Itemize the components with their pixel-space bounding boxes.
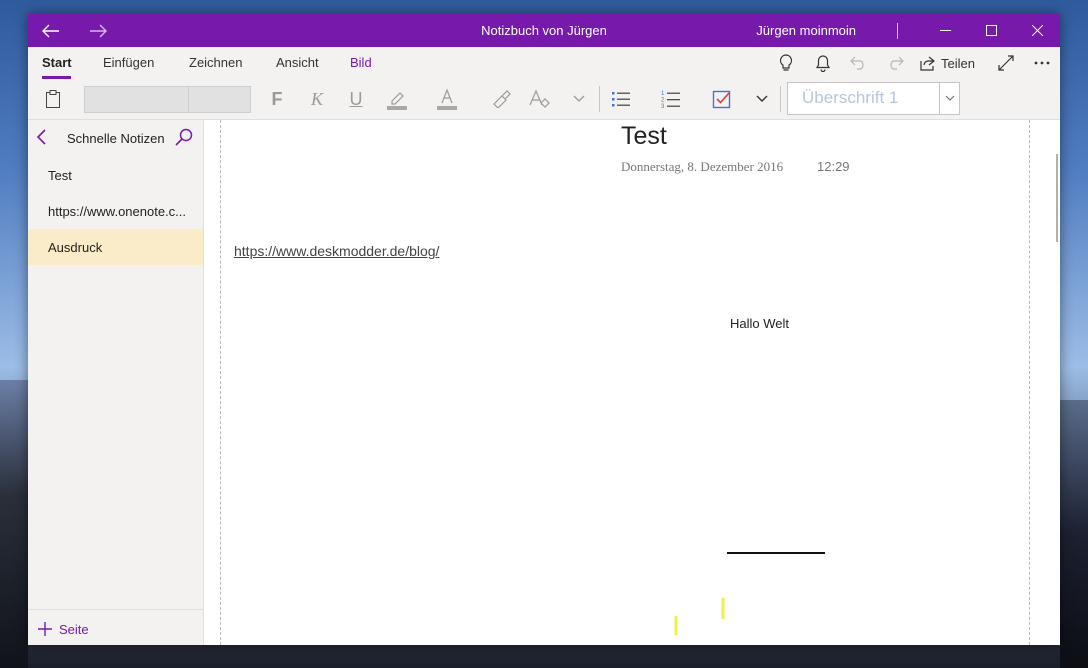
toolbar-divider (780, 86, 781, 112)
note-canvas[interactable]: Test Donnerstag, 8. Dezember 2016 12:29 … (204, 120, 1060, 645)
style-dropdown-arrow[interactable] (939, 83, 959, 114)
page-list-item[interactable]: Test (28, 157, 203, 193)
desktop-background-left (0, 380, 28, 668)
window-title: Notizbuch von Jürgen (481, 23, 607, 38)
tab-einfuegen[interactable]: Einfügen (103, 55, 154, 70)
sidebar-back-button[interactable] (36, 129, 52, 147)
back-icon (42, 24, 59, 37)
add-page-button[interactable]: Seite (28, 609, 203, 645)
italic-button[interactable]: K (304, 87, 330, 111)
tab-zeichnen[interactable]: Zeichnen (189, 55, 242, 70)
lightbulb-icon (779, 54, 793, 71)
font-family-select[interactable] (84, 86, 190, 113)
font-size-select[interactable] (188, 86, 251, 113)
bold-icon: F (271, 88, 283, 109)
page-list-item-label: Ausdruck (48, 240, 103, 255)
add-page-label: Seite (59, 622, 89, 637)
highlight-button[interactable] (384, 87, 410, 111)
ribbon-tabs: Start Einfügen Zeichnen Ansicht Bild Tei… (28, 47, 1060, 79)
todo-tag-button[interactable] (709, 87, 735, 111)
chevron-left-icon (36, 129, 46, 145)
style-value: Überschrift 1 (802, 88, 899, 107)
minimize-button[interactable] (922, 14, 968, 47)
maximize-icon (985, 25, 997, 36)
tab-ansicht[interactable]: Ansicht (276, 55, 319, 70)
more-button[interactable] (1031, 51, 1053, 75)
formatting-toolbar: F K U 123 Überschrift 1 (28, 79, 1060, 120)
page-list-item-selected[interactable]: Ausdruck (28, 229, 203, 265)
undo-icon (849, 56, 864, 70)
titlebar-divider (897, 23, 898, 39)
bullet-list-icon (612, 92, 630, 107)
font-color-button[interactable] (434, 87, 460, 111)
tags-dropdown[interactable] (749, 87, 775, 111)
more-icon (1034, 61, 1050, 65)
title-bar: Notizbuch von Jürgen Jürgen moinmoin (28, 14, 1060, 47)
chevron-down-icon (945, 95, 954, 101)
ink-drawing[interactable] (204, 120, 1060, 645)
underline-icon: U (349, 88, 363, 109)
chevron-down-icon (573, 95, 585, 102)
vertical-scrollbar[interactable] (1056, 154, 1058, 242)
minimize-icon (939, 30, 951, 31)
italic-icon: K (310, 88, 323, 109)
tab-bild[interactable]: Bild (350, 55, 372, 70)
user-name[interactable]: Jürgen moinmoin (756, 14, 856, 47)
font-color-icon (437, 88, 457, 110)
search-icon (175, 128, 193, 146)
bullets-button[interactable] (608, 87, 634, 111)
page-list-item[interactable]: https://www.onenote.c... (28, 193, 203, 229)
share-button[interactable]: Teilen (920, 51, 980, 75)
redo-button[interactable] (885, 51, 905, 75)
numbered-list-icon: 123 (661, 91, 680, 109)
desktop-background-right (1060, 400, 1088, 668)
search-button[interactable] (175, 128, 195, 148)
section-title: Schnelle Notizen (67, 131, 165, 146)
text-format-dropdown[interactable] (566, 87, 592, 111)
page-list-item-label: https://www.onenote.c... (48, 204, 187, 219)
svg-text:2: 2 (661, 98, 665, 104)
toolbar-divider (599, 86, 600, 112)
maximize-button[interactable] (968, 14, 1014, 47)
undo-button[interactable] (848, 51, 868, 75)
fullscreen-button[interactable] (996, 51, 1016, 75)
todo-checkbox-icon (712, 90, 731, 109)
paragraph-style-select[interactable]: Überschrift 1 (787, 82, 960, 115)
onenote-window: Notizbuch von Jürgen Jürgen moinmoin Sta… (28, 14, 1060, 645)
chevron-down-icon (756, 95, 768, 102)
close-icon (1031, 25, 1043, 36)
share-icon (920, 56, 935, 71)
tab-start[interactable]: Start (42, 55, 72, 70)
share-label: Teilen (941, 55, 975, 71)
underline-button[interactable]: U (343, 87, 369, 111)
paste-button[interactable] (40, 87, 66, 111)
notifications-button[interactable] (813, 51, 833, 75)
format-painter-icon (493, 90, 511, 108)
forward-icon (90, 24, 107, 37)
fullscreen-icon (998, 55, 1014, 71)
clear-format-icon (529, 89, 550, 108)
back-button[interactable] (36, 14, 66, 47)
highlighter-icon (387, 92, 407, 110)
bell-icon (815, 55, 831, 72)
page-list-item-label: Test (48, 168, 72, 183)
redo-icon (889, 56, 904, 70)
tell-me-button[interactable] (776, 51, 796, 75)
clipboard-icon (46, 90, 60, 108)
bold-button[interactable]: F (264, 87, 290, 111)
section-header: Schnelle Notizen (28, 120, 203, 155)
svg-text:1: 1 (661, 91, 665, 97)
forward-button[interactable] (83, 14, 113, 47)
format-painter-button[interactable] (488, 87, 514, 111)
add-icon (38, 622, 52, 636)
numbering-button[interactable]: 123 (658, 87, 684, 111)
svg-text:3: 3 (661, 104, 665, 109)
pages-sidebar: Schnelle Notizen Test https://www.onenot… (28, 120, 204, 645)
clear-formatting-button[interactable] (526, 87, 552, 111)
close-button[interactable] (1014, 14, 1060, 47)
